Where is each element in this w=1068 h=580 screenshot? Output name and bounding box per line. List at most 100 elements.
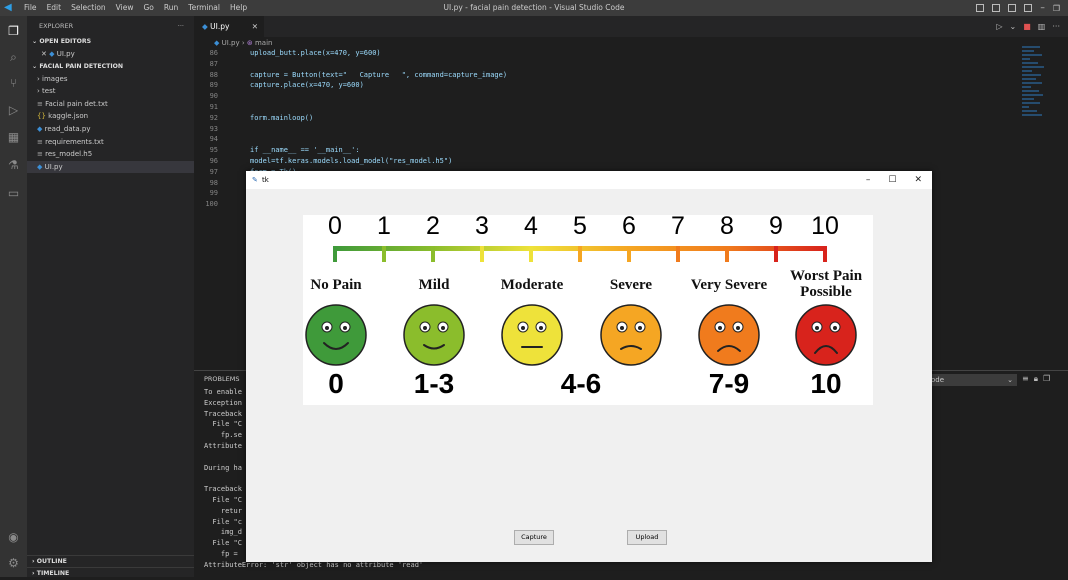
code-text: capture = Button(text=" Capture ", comma… (250, 70, 508, 79)
close-tab-icon[interactable]: ✕ (252, 16, 258, 37)
menu-terminal[interactable]: Terminal (188, 0, 220, 16)
code-line[interactable]: 90 (194, 91, 507, 102)
line-number: 89 (209, 81, 218, 90)
pain-face-icon (794, 303, 858, 367)
open-editors-section[interactable]: ⌄ OPEN EDITORS (27, 36, 194, 48)
feather-icon: ✎ (252, 176, 258, 184)
code-line[interactable]: 95 if __name__ == '__main__': (194, 145, 507, 156)
search-icon[interactable]: ⌕ (6, 50, 21, 65)
line-number: 95 (209, 146, 218, 155)
pain-face-icon (500, 303, 564, 367)
scale-tick (676, 246, 680, 262)
maximize-icon[interactable]: ☐ (888, 171, 896, 189)
pain-level-label: Moderate (500, 277, 564, 293)
code-text: capture.place(x=470, y=600) (250, 81, 364, 90)
extensions-icon[interactable]: ▦ (6, 130, 21, 145)
pain-range-label: 0 (328, 368, 344, 399)
remote-explorer-icon[interactable]: ▭ (6, 186, 21, 201)
capture-button[interactable]: Capture (514, 530, 554, 545)
toggle-secondary-sidebar-icon[interactable] (1008, 4, 1017, 12)
copy-icon[interactable]: ❐ (1043, 374, 1050, 384)
menu-view[interactable]: View (116, 0, 134, 16)
pain-range-label: 4-6 (560, 368, 602, 399)
more-actions-icon[interactable]: ··· (1052, 22, 1060, 31)
more-actions-icon[interactable]: ··· (178, 16, 184, 36)
tree-item-read-data[interactable]: ◆ read_data.py (27, 123, 194, 136)
tree-item-images[interactable]: › images (27, 73, 194, 86)
menu-run[interactable]: Run (164, 0, 178, 16)
tree-item-facial-pain-det[interactable]: ≡ Facial pain det.txt (27, 98, 194, 111)
vscode-logo-icon: ◀ (4, 2, 12, 13)
line-number: 91 (209, 102, 218, 111)
code-text: if __name__ == '__main__': (250, 146, 360, 155)
tree-item-test[interactable]: › test (27, 85, 194, 98)
open-editor-item[interactable]: ✕ ◆ UI.py (27, 48, 194, 61)
layout-icon[interactable] (1024, 4, 1033, 12)
breadcrumb-symbol[interactable]: main (255, 39, 273, 47)
tab-problems[interactable]: PROBLEMS (204, 375, 239, 383)
tree-item-requirements[interactable]: ≡ requirements.txt (27, 136, 194, 149)
code-line[interactable]: 96 model=tf.keras.models.load_model("res_… (194, 156, 507, 167)
stop-icon[interactable]: ■ (1023, 22, 1031, 31)
python-file-icon: ◆ (202, 22, 208, 31)
account-icon[interactable]: ◉ (6, 530, 21, 545)
pain-range-label: 7-9 (708, 368, 750, 399)
code-line[interactable]: 87 (194, 59, 507, 70)
code-line[interactable]: 86 upload_butt.place(x=470, y=600) (194, 48, 507, 59)
scale-tick (480, 246, 484, 262)
tree-item-ui-py[interactable]: ◆ UI.py (27, 160, 194, 174)
editor-tabs: ◆ UI.py ✕ ▷ ⌄ ■ ▥ ··· (194, 16, 1068, 37)
minimize-icon[interactable]: – (1040, 3, 1045, 13)
code-line[interactable]: 91 (194, 102, 507, 113)
close-icon[interactable]: ✕ (41, 50, 47, 58)
line-number: 93 (209, 124, 218, 133)
list-icon[interactable]: ≡ (1022, 374, 1029, 384)
scale-number: 1 (377, 212, 391, 240)
toggle-panel-icon[interactable] (992, 4, 1001, 12)
close-icon[interactable]: ✕ (914, 171, 922, 189)
pain-level-label: Severe (609, 277, 653, 293)
scale-number: 2 (426, 212, 440, 240)
restore-icon[interactable]: ❐ (1053, 4, 1060, 13)
minimize-icon[interactable]: – (866, 171, 871, 189)
timeline-section[interactable]: › TIMELINE (27, 567, 194, 579)
code-line[interactable]: 88 capture = Button(text=" Capture ", com… (194, 70, 508, 81)
settings-gear-icon[interactable]: ⚙ (6, 556, 21, 571)
terminal-select[interactable]: ode ⌄ (927, 374, 1017, 386)
tab-ui-py[interactable]: ◆ UI.py ✕ (194, 16, 264, 37)
run-icon[interactable]: ▷ (996, 22, 1002, 31)
outline-section[interactable]: › OUTLINE (27, 555, 194, 567)
split-editor-icon[interactable]: ▥ (1038, 22, 1046, 31)
pain-scale-image: 0 1 2 3 4 5 6 7 8 9 10 No Pain Mild Moderate Severe Ve… (303, 212, 873, 405)
lock-icon[interactable]: 🔒︎ (1034, 374, 1038, 384)
pain-level-label: Worst Pain Possible (789, 268, 863, 300)
tree-item-kaggle-json[interactable]: {} kaggle.json (27, 110, 194, 123)
code-line[interactable]: 94 (194, 134, 507, 145)
menu-file[interactable]: File (24, 0, 37, 16)
upload-button[interactable]: Upload (627, 530, 667, 545)
testing-icon[interactable]: ⚗ (6, 158, 21, 173)
tree-item-res-model[interactable]: ≡ res_model.h5 (27, 148, 194, 161)
run-debug-icon[interactable]: ▷ (6, 103, 21, 118)
menu-help[interactable]: Help (230, 0, 247, 16)
code-line[interactable]: 92 form.mainloop() (194, 113, 507, 124)
breadcrumb-file[interactable]: UI.py (222, 39, 240, 47)
scale-number: 8 (720, 212, 734, 240)
chevron-down-icon[interactable]: ⌄ (1010, 22, 1017, 31)
source-control-icon[interactable]: ⑂ (6, 76, 21, 91)
menu-go[interactable]: Go (143, 0, 153, 16)
folder-section[interactable]: ⌄ FACIAL PAIN DETECTION (27, 61, 194, 73)
menu-edit[interactable]: Edit (47, 0, 62, 16)
toggle-sidebar-icon[interactable] (976, 4, 985, 12)
scale-tick (431, 246, 435, 262)
chevron-down-icon: ⌄ (1007, 376, 1013, 384)
menu-selection[interactable]: Selection (71, 0, 106, 16)
minimap[interactable] (1022, 46, 1044, 176)
pain-level-label: Mild (418, 277, 450, 293)
menu-bar: File Edit Selection View Go Run Terminal… (24, 0, 247, 16)
code-line[interactable]: 89 capture.place(x=470, y=600) (194, 80, 507, 91)
python-file-icon: ◆ (214, 39, 220, 47)
scale-number: 0 (328, 212, 342, 240)
explorer-icon[interactable]: ❐ (6, 24, 21, 39)
code-line[interactable]: 93 (194, 124, 507, 135)
